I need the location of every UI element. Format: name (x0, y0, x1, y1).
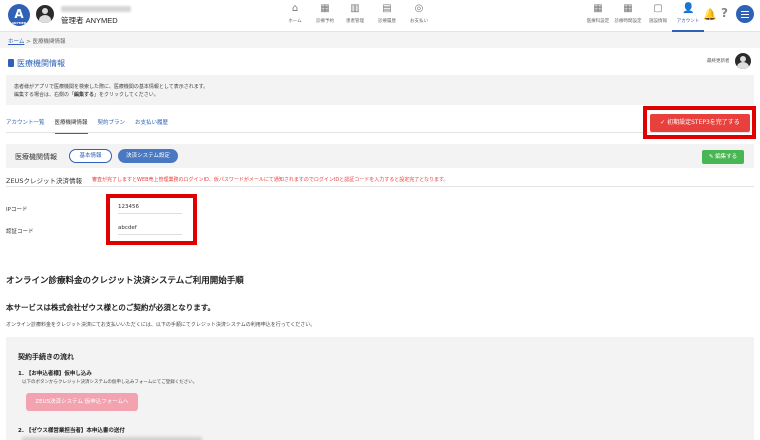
auth-code-label: 認証コード (6, 229, 34, 235)
anymed-logo[interactable]: A ANYMED (8, 4, 30, 26)
breadcrumb: ホーム > 医療機関情報 (8, 39, 66, 45)
facility-name-blurred (61, 6, 131, 12)
zeus-application-form-button[interactable]: ZEUS決済システム 仮申込フォームへ (26, 393, 138, 411)
schedule-icon: ▦ (623, 3, 633, 14)
highlight-box-codes (106, 194, 197, 245)
nav-schedule-settings[interactable]: ▦ 診療時間設定 (612, 3, 644, 24)
top-header: A ANYMED 管理者 ANYMED ⌂ ホーム ▦ 診療予約 ▥ 患者管理 ▤… (0, 0, 760, 32)
zeus-warning-text: 審査が完了しますとWEB売上管理業務のログインID、仮パスワードがメールにて通知… (92, 177, 449, 183)
nav-history[interactable]: ▤ 診療履歴 (371, 3, 403, 24)
folder-icon: ▢ (653, 3, 663, 14)
user-icon: 👤 (682, 3, 695, 14)
step2-title: 2. 【ゼウス様営業担当者】本申込書の送付 (18, 428, 125, 434)
patient-icon: ▥ (350, 3, 360, 14)
breadcrumb-home-link[interactable]: ホーム (8, 39, 24, 45)
history-icon: ▤ (382, 3, 392, 14)
contract-flow-box: 契約手続きの流れ 1. 【お申込者様】仮申し込み 以下のボタンからクレジット決済… (6, 337, 754, 440)
bell-icon[interactable]: 🔔 (703, 8, 717, 21)
basic-info-button[interactable]: 基本情報 (69, 149, 112, 163)
edit-button[interactable]: ✎ 編集する (702, 150, 744, 164)
page-title: 医療機関情報 (8, 58, 65, 69)
nav-payment[interactable]: ◎ お支払い (403, 3, 435, 24)
online-payment-heading: オンライン診療料金のクレジット決済システムご利用開始手順 (6, 276, 244, 286)
user-role-label: 管理者 ANYMED (61, 16, 118, 25)
zeus-divider (6, 186, 754, 187)
nav-home[interactable]: ⌂ ホーム (279, 3, 311, 24)
home-icon: ⌂ (291, 3, 299, 14)
tabs-divider (6, 132, 754, 133)
department-icon: ▦ (593, 3, 603, 14)
ip-code-label: IPコード (6, 207, 28, 213)
section-subbar: 医療機関情報 基本情報 決済システム設定 (6, 144, 754, 168)
user-avatar[interactable] (36, 5, 54, 23)
last-updated-by-label: 最終更新者 (707, 59, 730, 64)
step1-title: 1. 【お申込者様】仮申し込み (18, 371, 92, 377)
updater-avatar (735, 53, 751, 69)
flow-title: 契約手続きの流れ (18, 353, 74, 361)
service-heading: 本サービスは株式会社ゼウス様とのご契約が必須となります。 (6, 303, 215, 312)
nav-department-settings[interactable]: ▦ 医療科設定 (582, 3, 614, 24)
nav-patients[interactable]: ▥ 患者管理 (339, 3, 371, 24)
zeus-section-title: ZEUSクレジット決済情報 (6, 177, 82, 185)
main-card: 医療機関情報 最終更新者 患者様がアプリで医療機関を検索した際に、医療機関の基本… (0, 48, 760, 440)
nav-account[interactable]: 👤 アカウント (672, 3, 704, 32)
section-title: 医療機関情報 (15, 153, 57, 161)
step1-description: 以下のボタンからクレジット決済システムの仮申し込みフォームにてご登録ください。 (22, 380, 198, 385)
nav-reservation[interactable]: ▦ 診療予約 (309, 3, 341, 24)
hamburger-menu-icon[interactable] (736, 5, 754, 23)
service-text: オンライン診療料金をクレジット決済にてお支払いいただくには、以下の手順にてクレジ… (6, 322, 316, 328)
info-notice: 患者様がアプリで医療機関を検索した際に、医療機関の基本情報として表示されます。 … (6, 75, 754, 105)
highlight-box-complete (643, 106, 756, 139)
help-icon[interactable]: ? (721, 6, 728, 20)
nav-facility[interactable]: ▢ 施設情報 (642, 3, 674, 24)
payment-settings-button[interactable]: 決済システム設定 (118, 149, 178, 163)
bookmark-icon (8, 59, 14, 67)
payment-icon: ◎ (414, 3, 424, 14)
calendar-icon: ▦ (320, 3, 330, 14)
breadcrumb-current: 医療機関情報 (32, 39, 66, 45)
